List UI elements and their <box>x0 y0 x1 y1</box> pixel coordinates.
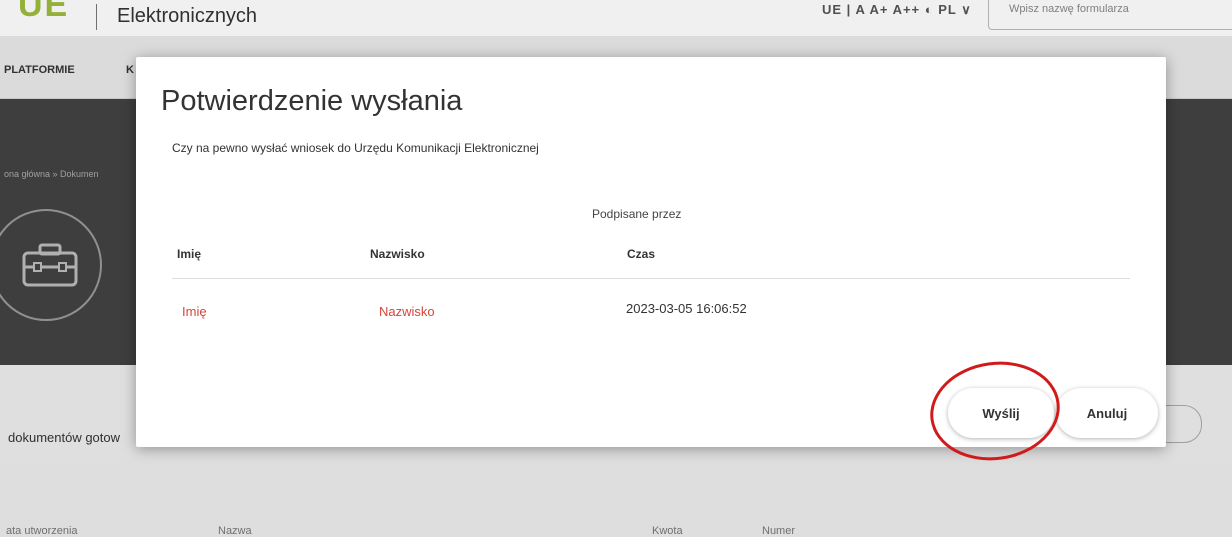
signer-first-name: Imię <box>182 304 207 319</box>
dialog-title: Potwierdzenie wysłania <box>161 85 463 117</box>
cancel-button[interactable]: Anuluj <box>1056 388 1158 438</box>
dialog-question: Czy na pewno wysłać wniosek do Urzędu Ko… <box>172 141 539 155</box>
signed-by-label: Podpisane przez <box>592 207 682 221</box>
signer-last-name: Nazwisko <box>379 304 435 319</box>
table-divider <box>172 278 1130 279</box>
signature-time: 2023-03-05 16:06:52 <box>626 301 747 316</box>
column-header-time: Czas <box>627 247 656 261</box>
column-header-first-name: Imię <box>177 247 202 261</box>
column-header-last-name: Nazwisko <box>370 247 425 261</box>
